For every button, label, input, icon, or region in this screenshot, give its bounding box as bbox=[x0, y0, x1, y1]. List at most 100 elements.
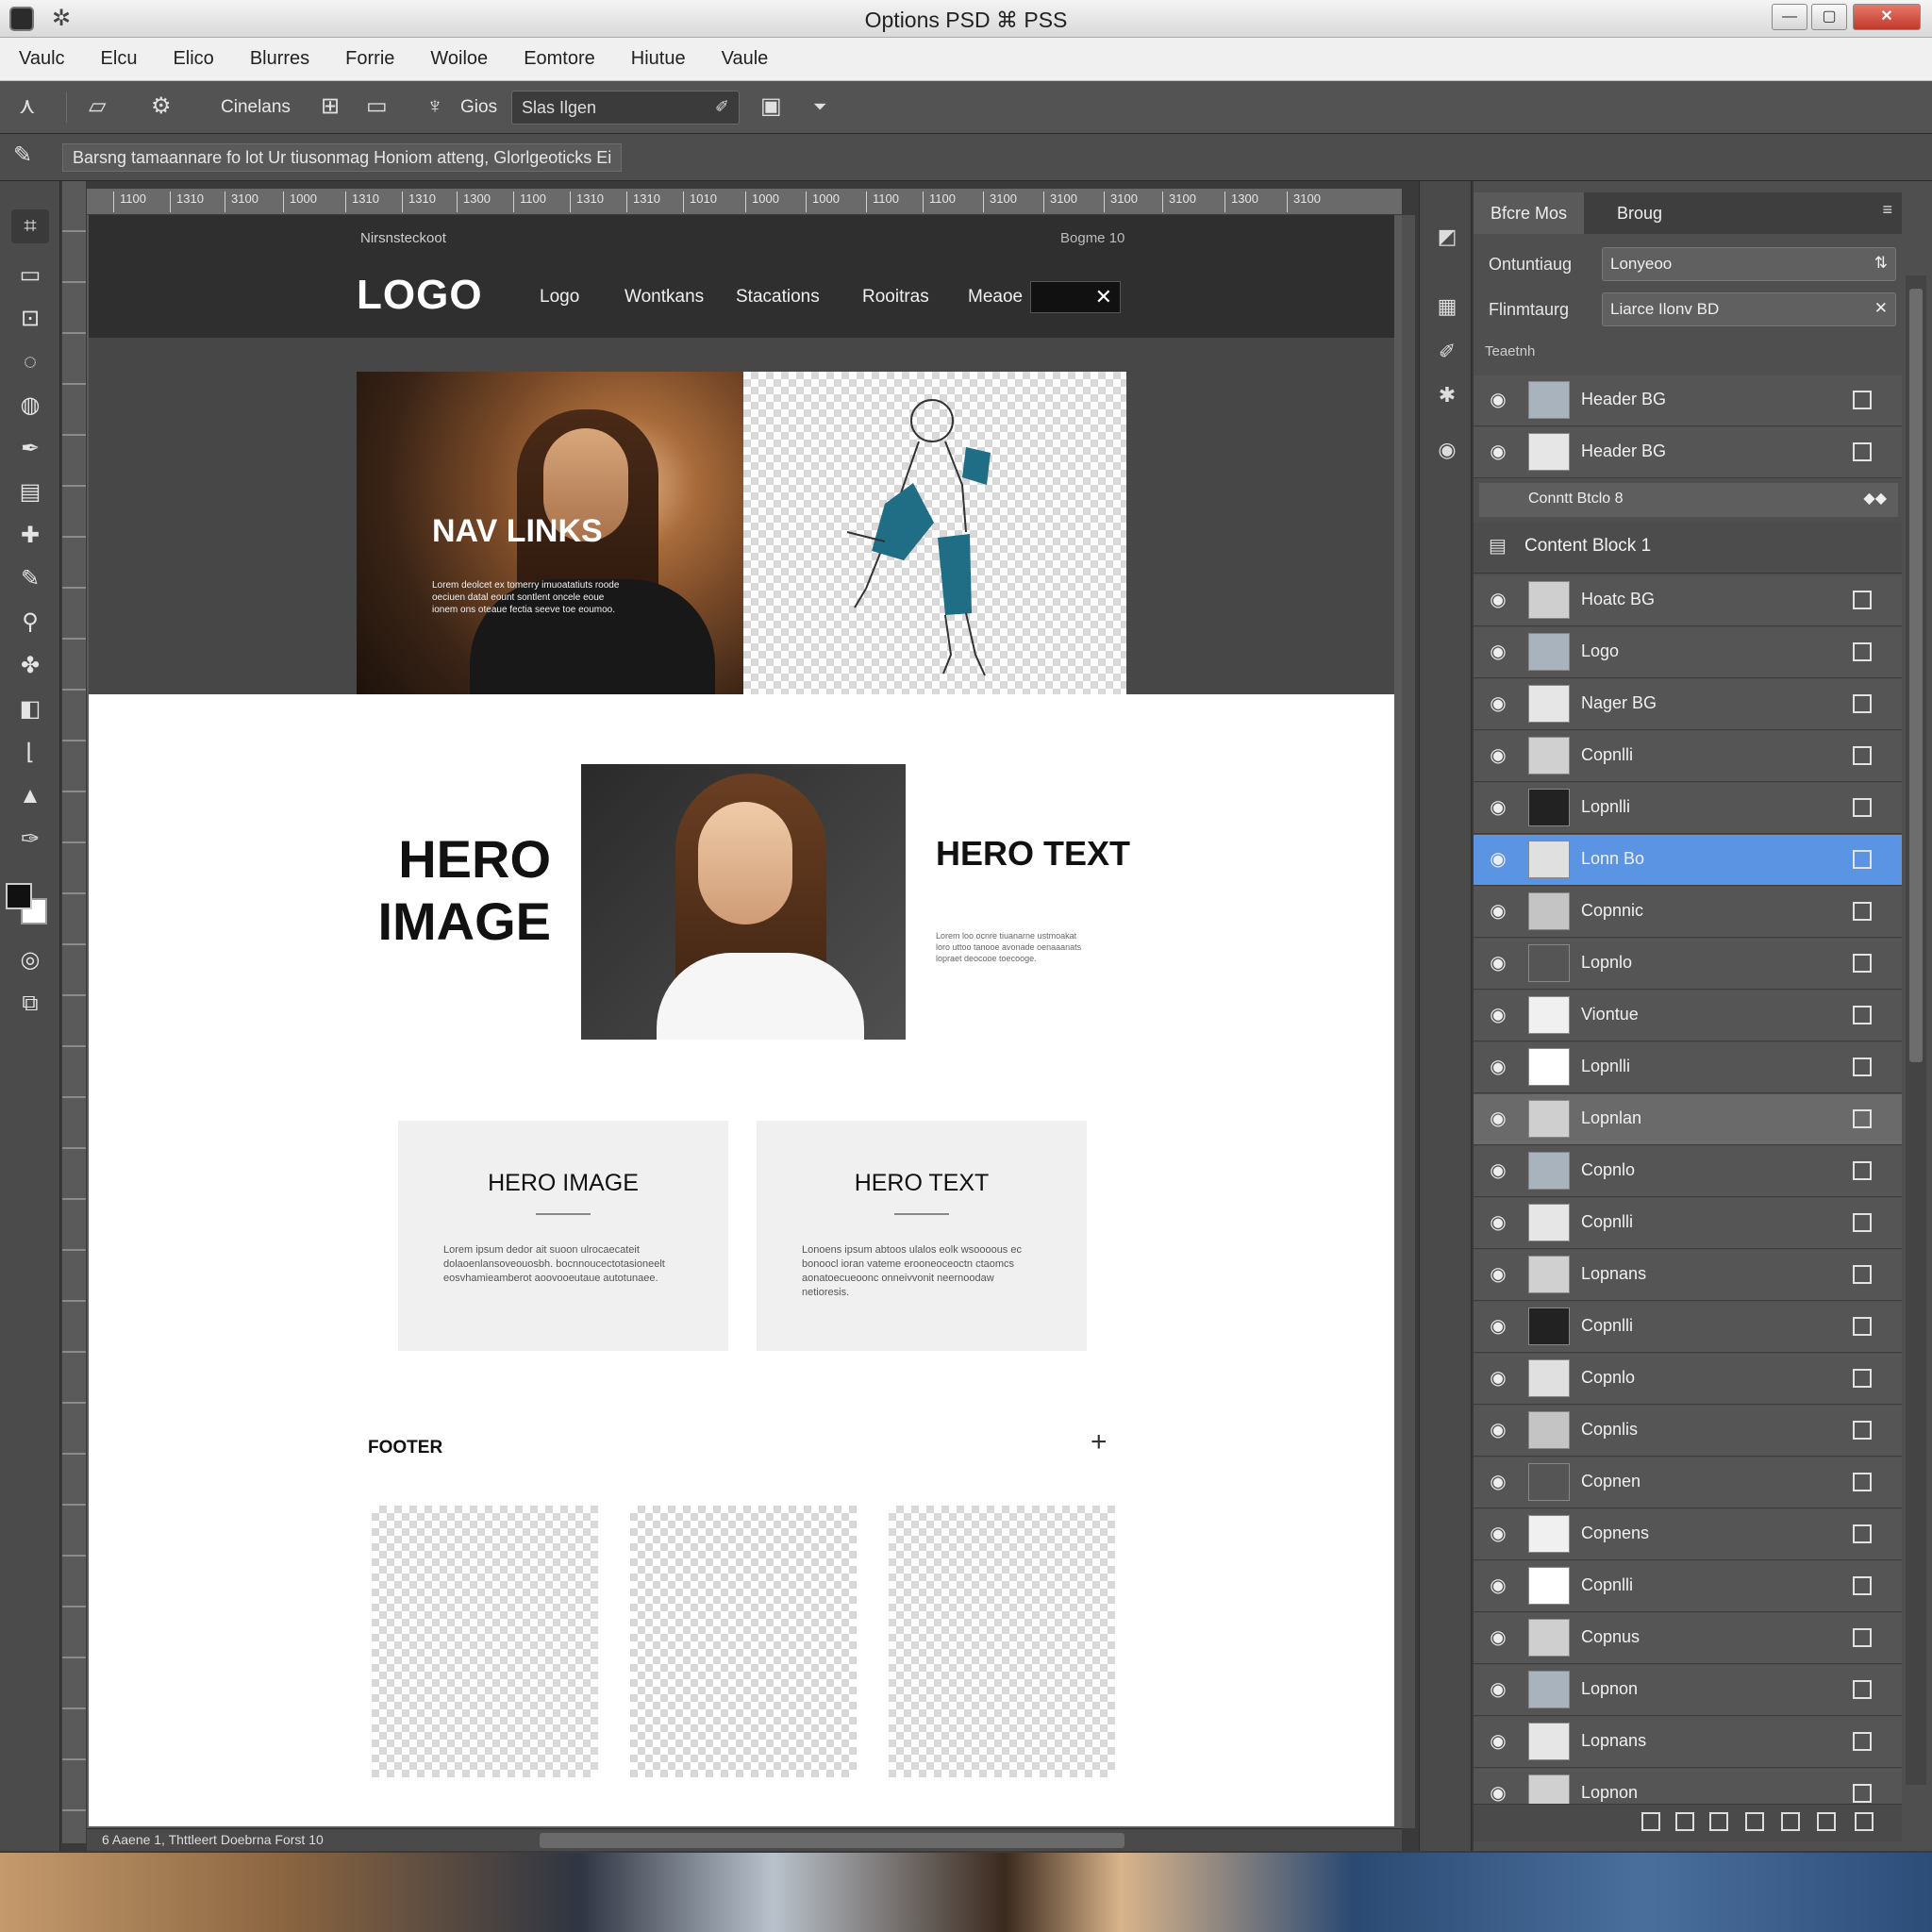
close-icon[interactable]: ✕ bbox=[1874, 299, 1888, 318]
eye-icon[interactable]: ◉ bbox=[1487, 1626, 1509, 1649]
eye-icon[interactable]: ◉ bbox=[1487, 1574, 1509, 1597]
eye-icon[interactable]: ◉ bbox=[1487, 1678, 1509, 1701]
style-field[interactable]: Slas Ilgen ✐ bbox=[511, 91, 740, 125]
pen-tool-icon[interactable]: ✑ bbox=[11, 823, 49, 857]
eye-icon[interactable]: ◉ bbox=[1487, 441, 1509, 463]
adjust-icon[interactable]: ◩ bbox=[1433, 223, 1461, 251]
minimize-button[interactable]: — bbox=[1772, 4, 1807, 30]
layer-row[interactable]: ◉ Copnens bbox=[1474, 1509, 1902, 1560]
toolbar-label[interactable]: Cinelans bbox=[221, 97, 291, 118]
layer-row[interactable]: ◉ Copnlo bbox=[1474, 1146, 1902, 1197]
layer-checkbox[interactable] bbox=[1853, 954, 1872, 973]
layer-checkbox[interactable] bbox=[1853, 591, 1872, 609]
eye-icon[interactable]: ◉ bbox=[1487, 1056, 1509, 1078]
pen-icon[interactable]: ✎ bbox=[13, 142, 32, 170]
layer-checkbox[interactable] bbox=[1853, 1317, 1872, 1336]
layer-row[interactable]: ◉ Lopnon bbox=[1474, 1665, 1902, 1716]
menu-item[interactable]: Blurres bbox=[250, 48, 309, 70]
layer-row[interactable]: ◉ Lopnans bbox=[1474, 1250, 1902, 1301]
tab-groups[interactable]: Broug bbox=[1600, 192, 1679, 234]
layer-checkbox[interactable] bbox=[1853, 1576, 1872, 1595]
marquee-tool-icon[interactable]: ▭ bbox=[11, 258, 49, 292]
adjustment-icon[interactable] bbox=[1745, 1812, 1764, 1831]
brush-icon[interactable]: ✐ bbox=[1433, 338, 1461, 366]
nav-link[interactable]: Stacations bbox=[736, 287, 820, 308]
menu-item[interactable]: Elcu bbox=[101, 48, 138, 70]
layer-checkbox[interactable] bbox=[1853, 1006, 1872, 1024]
image-icon[interactable]: ▦ bbox=[1433, 292, 1461, 321]
layer-row[interactable]: ◉ Copnlis bbox=[1474, 1406, 1902, 1457]
brush-tool-icon[interactable]: ✎ bbox=[11, 562, 49, 596]
layer-row[interactable]: ◉ Lopnlli bbox=[1474, 783, 1902, 834]
link-layers-icon[interactable] bbox=[1641, 1812, 1660, 1831]
menu-item[interactable]: Elico bbox=[173, 48, 213, 70]
close-icon[interactable]: ✕ bbox=[1095, 285, 1112, 308]
layer-row[interactable]: ◉ Logo bbox=[1474, 627, 1902, 678]
layer-row[interactable]: ◉ Copnlli bbox=[1474, 731, 1902, 782]
menu-item[interactable]: Vaule bbox=[722, 48, 769, 70]
crop-tool-icon[interactable]: ⊡ bbox=[11, 302, 49, 336]
new-group-icon[interactable] bbox=[1781, 1812, 1800, 1831]
add-icon[interactable]: + bbox=[1091, 1426, 1108, 1458]
layer-checkbox[interactable] bbox=[1853, 1265, 1872, 1284]
marquee-icon[interactable]: ▱ bbox=[89, 92, 106, 121]
layer-checkbox[interactable] bbox=[1853, 1058, 1872, 1076]
gear-icon[interactable]: ✱ bbox=[1433, 381, 1461, 409]
blur-tool-icon[interactable]: ▲ bbox=[11, 779, 49, 813]
eye-icon[interactable]: ◉ bbox=[1487, 1367, 1509, 1390]
trash-icon[interactable] bbox=[1855, 1812, 1874, 1831]
nav-link[interactable]: Logo bbox=[540, 287, 579, 308]
filter-field[interactable]: Liarce Ilonv BD ✕ bbox=[1602, 292, 1896, 326]
layer-checkbox[interactable] bbox=[1853, 1628, 1872, 1647]
eye-icon[interactable]: ◉ bbox=[1487, 1523, 1509, 1545]
frame-tool-icon[interactable]: ▤ bbox=[11, 475, 49, 509]
nav-link[interactable]: Wontkans bbox=[625, 287, 704, 308]
eye-icon[interactable]: ◉ bbox=[1487, 1263, 1509, 1286]
layer-checkbox[interactable] bbox=[1853, 1213, 1872, 1232]
menu-item[interactable]: Forrie bbox=[345, 48, 394, 70]
image-icon[interactable]: ▣ bbox=[760, 92, 782, 121]
blend-mode-select[interactable]: Lonyeoo ⇅ bbox=[1602, 247, 1896, 281]
layer-row[interactable]: ◉ Lonn Bo bbox=[1474, 835, 1902, 886]
eye-icon[interactable]: ◉ bbox=[1487, 1471, 1509, 1493]
eye-icon[interactable]: ◉ bbox=[1487, 1159, 1509, 1182]
document-canvas[interactable]: Nirsnsteckoot Bogme 10 LOGO Logo Wontkan… bbox=[89, 215, 1394, 1826]
layer-row[interactable]: ◉ Copnen bbox=[1474, 1457, 1902, 1508]
eye-icon[interactable]: ◉ bbox=[1487, 1004, 1509, 1026]
layer-checkbox[interactable] bbox=[1853, 442, 1872, 461]
maximize-button[interactable]: ▢ bbox=[1811, 4, 1847, 30]
eye-icon[interactable]: ◉ bbox=[1487, 744, 1509, 767]
eye-icon[interactable]: ◉ bbox=[1487, 692, 1509, 715]
layer-checkbox[interactable] bbox=[1853, 1784, 1872, 1803]
eraser-tool-icon[interactable]: ◧ bbox=[11, 692, 49, 726]
canvas-vertical-scrollbar[interactable] bbox=[1402, 215, 1415, 1828]
brush-icon[interactable]: ♆ bbox=[426, 92, 443, 121]
eye-icon[interactable]: ◉ bbox=[1487, 1419, 1509, 1441]
layer-checkbox[interactable] bbox=[1853, 746, 1872, 765]
artboard-tool-icon[interactable]: ⌗ bbox=[11, 209, 49, 243]
eye-icon[interactable]: ◉ bbox=[1487, 641, 1509, 663]
nav-search-box[interactable]: ✕ bbox=[1030, 281, 1121, 313]
eye-icon[interactable]: ◉ bbox=[1487, 1315, 1509, 1338]
globe-icon[interactable]: ◉ bbox=[1433, 436, 1461, 464]
grid-icon[interactable]: ⊞ bbox=[321, 92, 340, 121]
foreground-color-swatch[interactable] bbox=[6, 883, 32, 909]
stamp-tool-icon[interactable]: ⚲ bbox=[11, 606, 49, 640]
eye-icon[interactable]: ◉ bbox=[1487, 1730, 1509, 1753]
nav-link[interactable]: Rooitras bbox=[862, 287, 929, 308]
new-layer-icon[interactable] bbox=[1817, 1812, 1836, 1831]
layer-checkbox[interactable] bbox=[1853, 850, 1872, 869]
group-sub-row[interactable]: Conntt Btclo 8 ◆◆ bbox=[1479, 483, 1898, 517]
layer-row[interactable]: ◉ Viontue bbox=[1474, 991, 1902, 1041]
quick-select-tool-icon[interactable]: ◍ bbox=[11, 389, 49, 423]
eye-icon[interactable]: ◉ bbox=[1487, 589, 1509, 611]
layer-row[interactable]: ◉ Copnlli bbox=[1474, 1302, 1902, 1353]
tab-layers[interactable]: Bfcre Mos bbox=[1474, 192, 1585, 234]
layer-checkbox[interactable] bbox=[1853, 1369, 1872, 1388]
menu-item[interactable]: Eomtore bbox=[524, 48, 595, 70]
layer-checkbox[interactable] bbox=[1853, 1109, 1872, 1128]
layer-checkbox[interactable] bbox=[1853, 1473, 1872, 1491]
eye-icon[interactable]: ◉ bbox=[1487, 952, 1509, 974]
nav-link[interactable]: Meaoe bbox=[968, 287, 1023, 308]
layer-row[interactable]: ◉ Lopnlan bbox=[1474, 1094, 1902, 1145]
